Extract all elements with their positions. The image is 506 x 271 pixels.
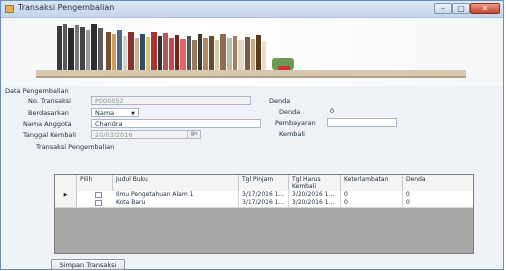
row-selector[interactable] <box>55 199 77 207</box>
window-title: Transaksi Pengembalian <box>18 3 115 12</box>
data-grid[interactable]: Pilih Judul Buku Tgl Pinjam Tgl Harus Ke… <box>54 174 474 254</box>
berdasarkan-label: Berdasarkan <box>28 109 69 117</box>
bookshelf-banner <box>2 18 503 86</box>
tanggal-kembali-value: 20/03/2016 <box>95 131 133 139</box>
calendar-icon[interactable]: ▦▾ <box>187 131 200 138</box>
pembayaran-field[interactable] <box>327 118 397 127</box>
transaksi-group-title: Transaksi Pengembalian <box>36 143 115 151</box>
simpan-transaksi-button[interactable]: Simpan Transaksi <box>51 259 125 270</box>
cell-tgl-pinjam[interactable]: 3/17/2016 1... <box>239 199 289 207</box>
pilih-checkbox[interactable] <box>95 200 102 206</box>
cell-tgl-harus-kembali[interactable]: 3/20/2016 1... <box>289 191 341 199</box>
column-header-tgl-harus-kembali[interactable]: Tgl Harus Kembali <box>289 175 341 191</box>
tanggal-kembali-label: Tanggal Kembali <box>23 131 77 139</box>
denda-value: 0 <box>330 107 335 115</box>
title-bar[interactable]: Transaksi Pengembalian – □ ✕ <box>1 1 503 18</box>
app-icon <box>5 5 14 13</box>
cell-denda[interactable]: 0 <box>403 199 473 207</box>
column-header-tgl-pinjam[interactable]: Tgl Pinjam <box>239 175 289 191</box>
nama-anggota-field[interactable]: Chandra <box>91 119 261 128</box>
cell-keterlambatan[interactable]: 0 <box>341 191 403 199</box>
table-row[interactable]: Kota Baru 3/17/2016 1... 3/20/2016 1... … <box>55 199 473 208</box>
nama-anggota-label: Nama Anggota <box>23 120 72 128</box>
grid-header: Pilih Judul Buku Tgl Pinjam Tgl Harus Ke… <box>55 175 473 192</box>
row-selector[interactable]: ▶ <box>55 191 77 199</box>
cell-denda[interactable]: 0 <box>403 191 473 199</box>
kembali-label: Kembali <box>279 130 305 138</box>
denda-label: Denda <box>279 108 301 116</box>
cell-tgl-pinjam[interactable]: 3/17/2016 1... <box>239 191 289 199</box>
denda-group-title: Denda <box>269 97 291 105</box>
column-header-denda[interactable]: Denda <box>403 175 473 191</box>
cell-judul[interactable]: Kota Baru <box>113 199 239 207</box>
cell-judul[interactable]: Ilmu Pengetahuan Alam 1 <box>113 191 239 199</box>
window: Transaksi Pengembalian – □ ✕ Data Pengem… <box>0 0 504 270</box>
cell-keterlambatan[interactable]: 0 <box>341 199 403 207</box>
berdasarkan-select[interactable]: Nama ▼ <box>91 108 139 117</box>
pembayaran-label: Pembayaran <box>275 119 316 127</box>
grid-corner-header <box>55 175 77 191</box>
bookshelf-illustration <box>36 24 466 78</box>
no-transaksi-field[interactable]: P000052 <box>91 96 251 105</box>
column-header-pilih[interactable]: Pilih <box>77 175 113 191</box>
minimize-button[interactable]: – <box>434 3 452 14</box>
column-header-keterlambatan[interactable]: Keterlambatan <box>341 175 403 191</box>
chevron-down-icon[interactable]: ▼ <box>131 110 135 116</box>
section-title: Data Pengembalian <box>5 87 69 95</box>
pilih-checkbox[interactable] <box>95 192 102 198</box>
cell-tgl-harus-kembali[interactable]: 3/20/2016 1... <box>289 199 341 207</box>
maximize-button[interactable]: □ <box>452 3 470 14</box>
no-transaksi-label: No. Transaksi <box>28 97 71 105</box>
close-button[interactable]: ✕ <box>470 3 500 14</box>
berdasarkan-value: Nama <box>95 109 115 117</box>
tanggal-kembali-field[interactable]: 20/03/2016 ▦▾ <box>91 130 201 139</box>
column-header-judul[interactable]: Judul Buku <box>113 175 239 191</box>
